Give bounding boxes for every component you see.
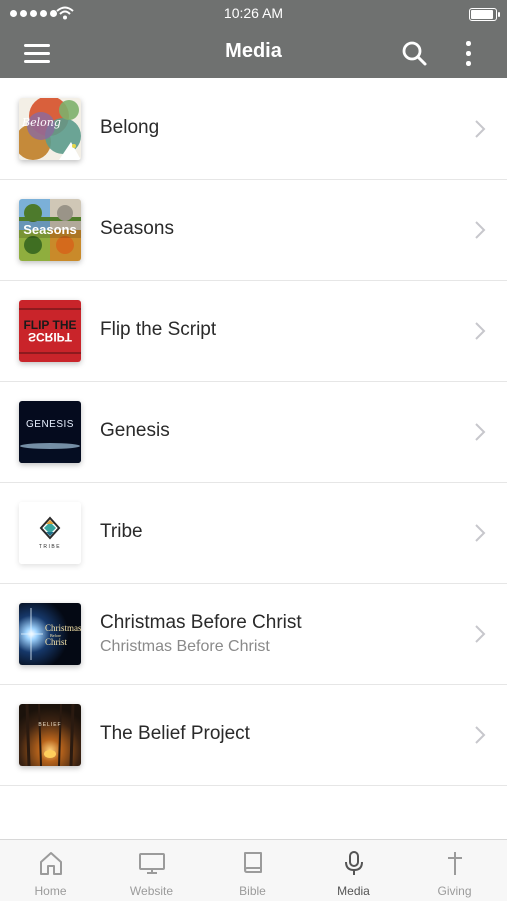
more-options-button[interactable] [458,39,478,67]
item-title: Christmas Before Christ [100,612,302,633]
item-title: Seasons [100,218,174,239]
item-title: Genesis [100,420,170,441]
tribe-artwork-text: TRIBE [39,544,61,550]
tab-label: Home [34,884,67,898]
tab-website[interactable]: Website [101,840,202,901]
svg-text:Christmas: Christmas [45,623,81,633]
monitor-icon [138,853,165,874]
flip-artwork-text-top: FLIP THE [23,318,76,332]
search-icon[interactable] [400,39,428,67]
list-item[interactable]: FLIP THE SCRIPT Flip the Script [0,281,507,382]
list-item[interactable]: Belong Belong [0,79,507,180]
cross-icon [447,852,462,875]
media-list: Belong Belong Seasons Seasons FLIP THE S… [0,79,507,786]
item-title: The Belief Project [100,723,250,744]
tab-label: Bible [239,884,266,898]
list-item[interactable]: BELIEF The Belief Project [0,685,507,786]
chevron-right-icon [475,322,486,340]
chevron-right-icon [475,120,486,138]
tab-bible[interactable]: Bible [202,840,303,901]
genesis-artwork-text: GENESIS [26,419,74,430]
flip-the-script-artwork: FLIP THE SCRIPT [19,300,81,362]
battery-icon [469,8,500,21]
tab-giving[interactable]: Giving [404,840,505,901]
page-title: Media [225,40,282,62]
list-item[interactable]: TRIBE Tribe [0,483,507,584]
tab-label: Website [129,884,174,898]
tab-label: Media [337,884,370,898]
belong-artwork: Belong [19,98,81,160]
status-bar: 10:26 AM [0,0,507,28]
tribe-artwork: TRIBE [19,502,81,564]
item-title: Flip the Script [100,319,217,340]
chevron-right-icon [475,625,486,643]
book-icon [243,852,262,873]
item-subtitle: Christmas Before Christ [100,638,270,655]
chevron-right-icon [475,726,486,744]
seasons-artwork: Seasons [19,199,81,261]
seasons-artwork-text: Seasons [23,222,76,237]
list-item[interactable]: GENESIS Genesis [0,382,507,483]
flip-artwork-text-bottom: SCRIPT [28,330,73,344]
tab-home[interactable]: Home [0,840,101,901]
home-icon [39,852,62,875]
nav-bar: Media [0,28,507,78]
tab-media[interactable]: Media [303,840,404,901]
chevron-right-icon [475,524,486,542]
top-bar: 10:26 AM Media [0,0,507,78]
list-item[interactable]: Seasons Seasons [0,180,507,281]
tab-label: Giving [437,884,472,898]
item-title: Belong [100,117,160,138]
item-title: Tribe [100,521,143,542]
christmas-before-christ-artwork: Christmas Before Christ [19,603,81,665]
genesis-artwork: GENESIS [19,401,81,463]
belief-project-artwork: BELIEF [19,704,81,766]
tab-bar: Home Website Bible Media Giving [0,839,507,901]
chevron-right-icon [475,221,486,239]
microphone-icon [344,851,363,875]
chevron-right-icon [475,423,486,441]
svg-text:Christ: Christ [45,637,68,647]
svg-text:BELIEF: BELIEF [38,722,61,728]
svg-text:Belong: Belong [21,116,61,129]
status-time: 10:26 AM [223,5,284,21]
list-item[interactable]: Christmas Before Christ Christmas Before… [0,584,507,685]
